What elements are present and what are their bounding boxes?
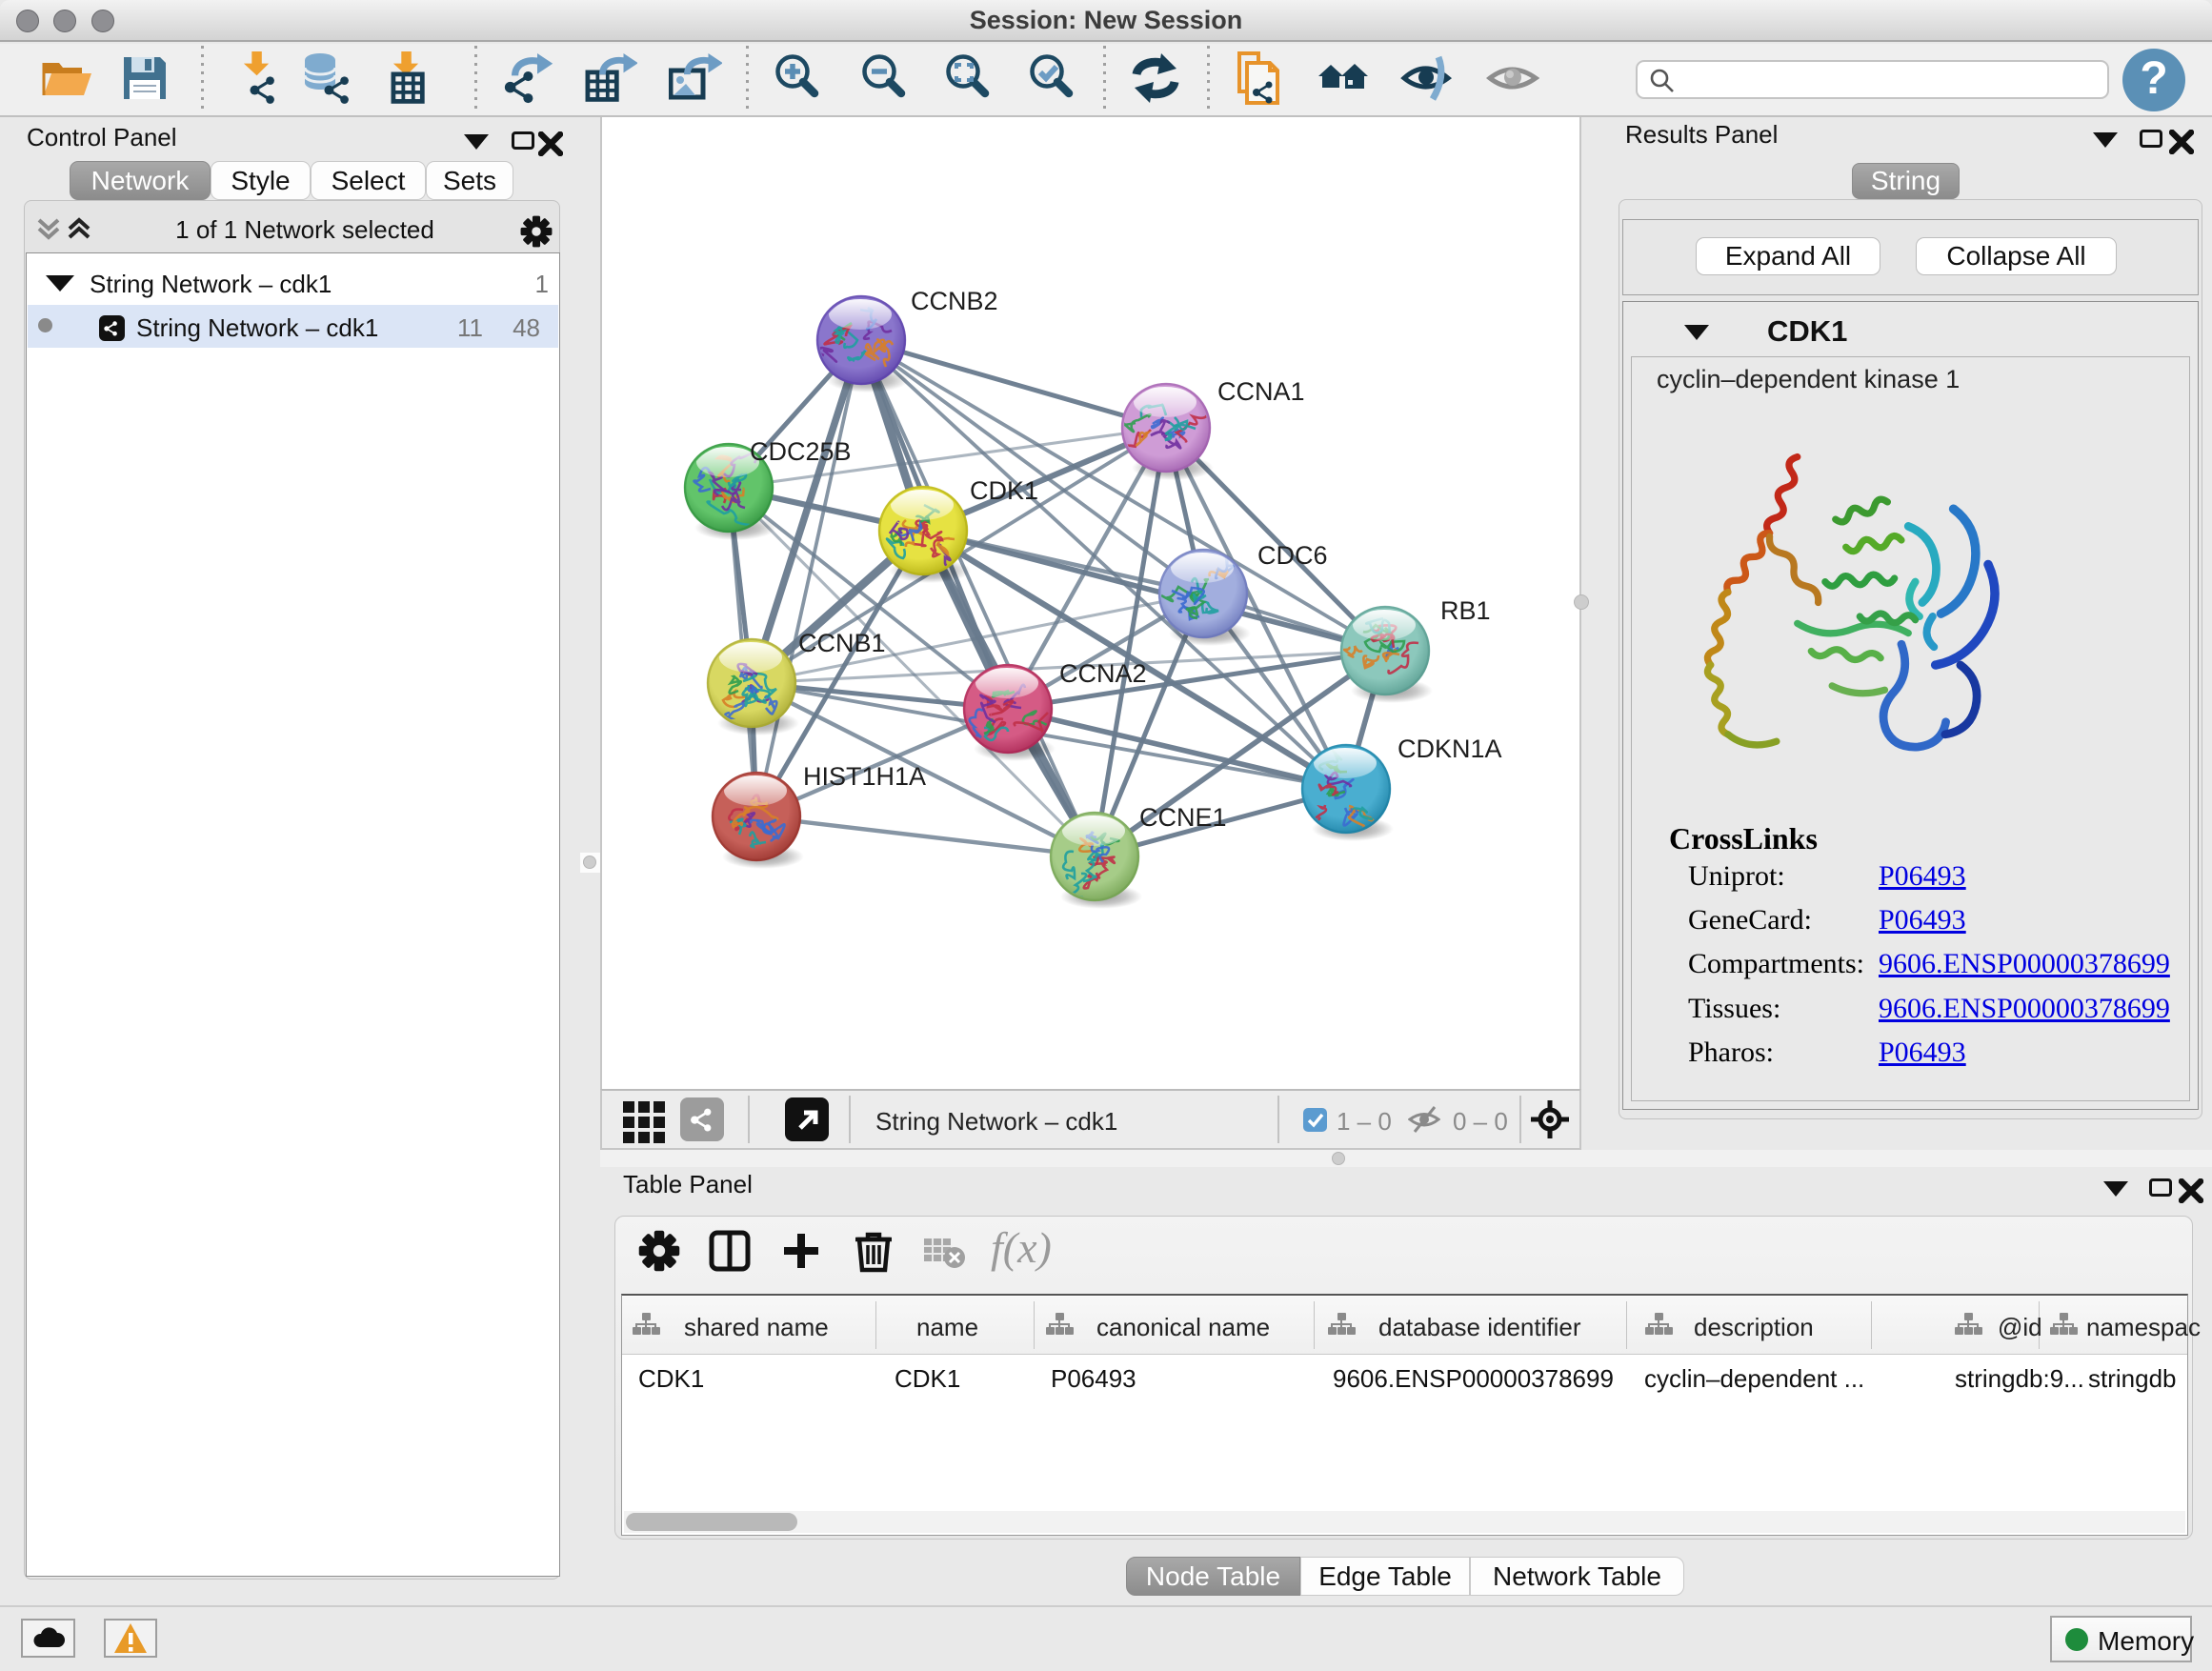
svg-text:CCNE1: CCNE1 [1139,803,1227,832]
svg-text:CCNB1: CCNB1 [798,629,886,657]
svg-text:CDKN1A: CDKN1A [1398,735,1502,763]
svg-text:CDC6: CDC6 [1257,541,1328,570]
svg-text:RB1: RB1 [1440,596,1491,625]
svg-text:HIST1H1A: HIST1H1A [803,762,926,791]
svg-text:CCNA2: CCNA2 [1059,659,1147,688]
svg-text:CDC25B: CDC25B [750,437,852,466]
svg-text:CCNB2: CCNB2 [911,287,998,315]
svg-text:CDK1: CDK1 [970,476,1038,505]
svg-text:CCNA1: CCNA1 [1217,377,1305,406]
